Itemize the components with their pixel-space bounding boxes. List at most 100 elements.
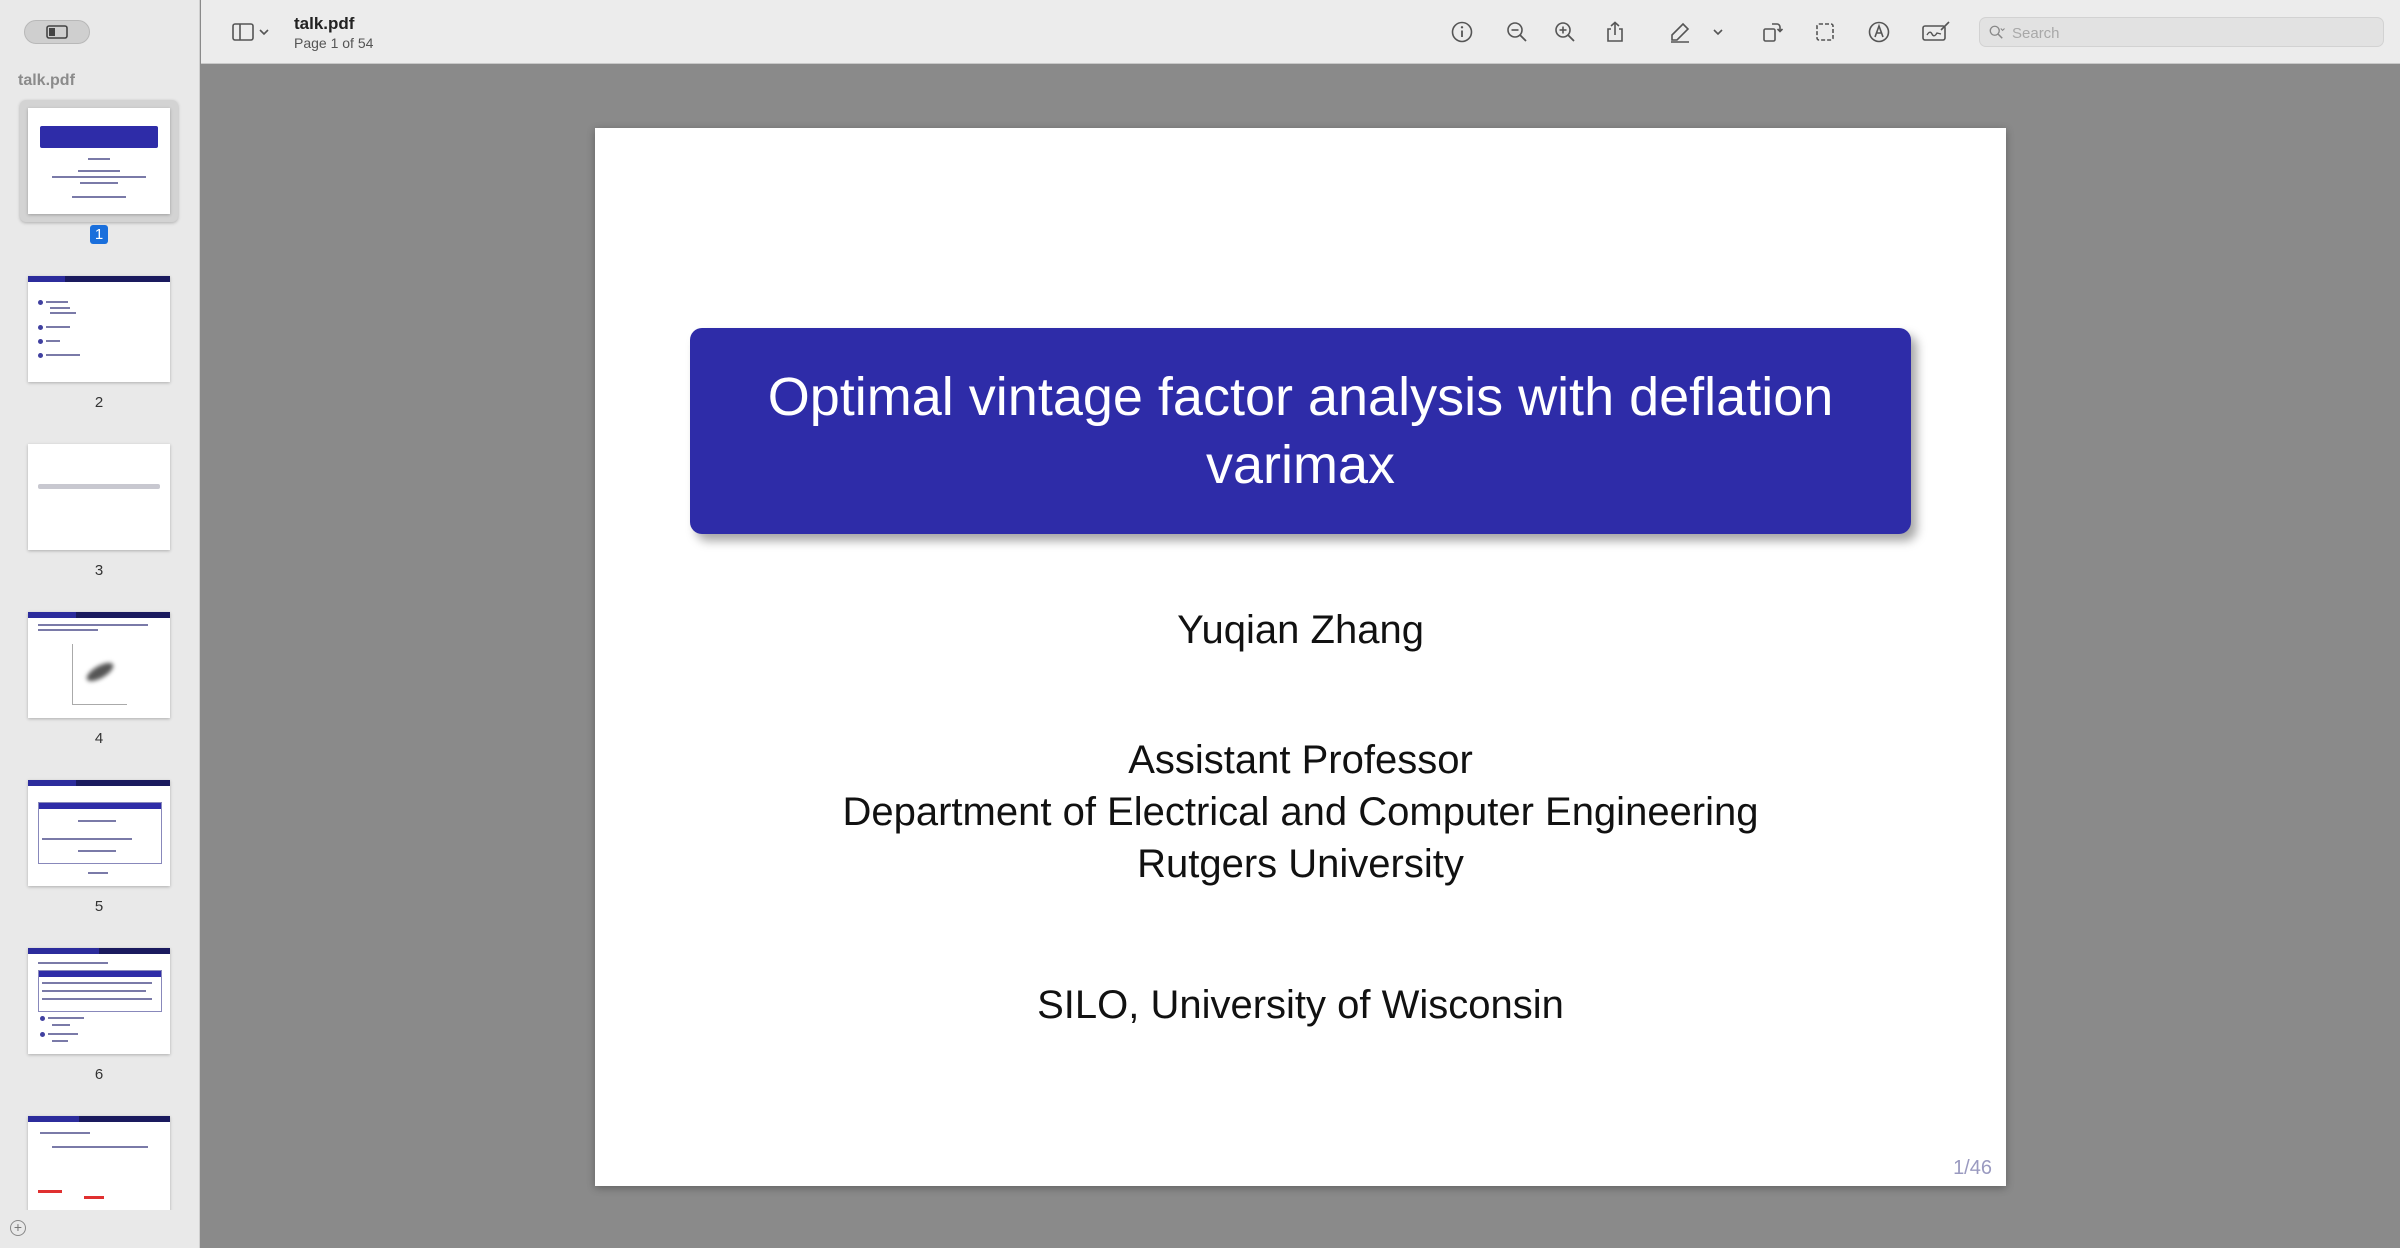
thumbnail-text-line (38, 624, 148, 626)
thumbnail-header-title (28, 948, 99, 954)
slide-title: Optimal vintage factor analysis with def… (767, 367, 1834, 495)
thumbnail-header-title (28, 1116, 80, 1122)
document-title: talk.pdf (294, 14, 355, 33)
search-field[interactable] (1979, 17, 2384, 47)
zoom-in-icon (1555, 22, 1575, 42)
thumbnail-page-2[interactable] (28, 276, 170, 382)
thumbnail-bullet (38, 339, 43, 344)
thumbnail-text-line (52, 1024, 70, 1026)
highlight-options-button[interactable] (1711, 18, 1725, 46)
slide-university: Rutgers University (1137, 842, 1464, 886)
thumbnail-red-text (38, 1190, 62, 1193)
thumbnail-number-2: 2 (94, 394, 104, 411)
markup-icon (1868, 21, 1890, 43)
thumbnail-text-line (78, 820, 116, 822)
thumbnail-page-5[interactable] (28, 780, 170, 886)
highlight-button[interactable] (1666, 18, 1694, 46)
thumbnail-text-line (52, 176, 146, 178)
thumbnail-text-line (42, 838, 132, 840)
thumbnail-text-line (42, 998, 152, 1000)
markup-button[interactable] (1865, 18, 1893, 46)
slide-position: Assistant Professor (1128, 738, 1473, 782)
search-input[interactable] (2010, 21, 2374, 45)
toolbar: talk.pdf Page 1 of 54 (201, 0, 2400, 64)
zoom-in-button[interactable] (1551, 18, 1579, 46)
sidebar-document-name: talk.pdf (18, 72, 75, 89)
chevron-down-icon (259, 29, 269, 36)
zoom-out-button[interactable] (1503, 18, 1531, 46)
rotate-button[interactable] (1758, 18, 1786, 46)
thumbnail-text-line (38, 629, 98, 631)
thumbnail-text-line (38, 962, 108, 964)
thumbnail-text-line (88, 872, 108, 874)
thumbnail-text-line (78, 850, 116, 852)
thumbnail-page-7[interactable] (28, 1116, 170, 1210)
thumbnail-text-line (46, 326, 70, 328)
thumbnail-text-line (80, 182, 118, 184)
thumbnail-page-6[interactable] (28, 948, 170, 1054)
thumbnail-number-5: 5 (94, 898, 104, 915)
thumbnail-number-4: 4 (94, 730, 104, 747)
rotate-icon (1763, 23, 1784, 42)
thumbnail-header-title (28, 276, 65, 282)
crop-button[interactable] (1811, 18, 1839, 46)
thumbnail-scatter-plot (72, 644, 127, 705)
thumbnail-text-line (48, 1017, 84, 1019)
highlight-pen-icon (1671, 22, 1690, 43)
thumbnail-bullet (38, 325, 43, 330)
slide-page-number: 1/46 (1953, 1157, 1992, 1179)
thumbnail-list[interactable]: 1 2 3 4 5 6 (0, 98, 200, 1210)
thumbnail-theorem-header (39, 971, 161, 977)
thumbnail-bullet (38, 300, 43, 305)
sidebar-icon (232, 23, 254, 41)
thumbnail-header-title (28, 780, 77, 786)
thumbnail-text-line (42, 990, 146, 992)
chevron-down-icon (1713, 29, 1723, 36)
thumbnail-number-6: 6 (94, 1066, 104, 1083)
thumbnail-page-3[interactable] (28, 444, 170, 550)
slide-venue: SILO, University of Wisconsin (1037, 983, 1564, 1027)
thumbnail-text-line (88, 158, 110, 160)
thumbnail-sidebar: talk.pdf 1 2 3 4 5 6 + (0, 0, 200, 1248)
pdf-page-view[interactable]: Optimal vintage factor analysis with def… (595, 128, 2006, 1186)
thumbnail-header-title (28, 612, 77, 618)
info-icon (1451, 21, 1473, 43)
thumbnail-page-4[interactable] (28, 612, 170, 718)
thumbnail-text-line (72, 196, 126, 198)
share-button[interactable] (1601, 18, 1629, 46)
signature-button[interactable] (1919, 18, 1953, 46)
slide-title-box: Optimal vintage factor analysis with def… (690, 328, 1911, 534)
thumbnail-scatter-cloud (84, 659, 116, 685)
thumbnail-theorem-header (39, 803, 161, 809)
thumbnail-text-line (52, 1040, 68, 1042)
thumbnail-page-1[interactable] (28, 108, 170, 214)
thumbnail-text-line (42, 982, 152, 984)
zoom-out-icon (1507, 22, 1527, 42)
page-indicator: Page 1 of 54 (294, 35, 374, 51)
thumbnail-text-line (46, 301, 68, 303)
info-button[interactable] (1448, 18, 1476, 46)
crop-icon (1816, 23, 1834, 41)
thumbnail-bullet (40, 1016, 45, 1021)
sidebar-toggle-button[interactable] (24, 20, 90, 44)
share-icon (1607, 21, 1623, 42)
thumbnail-text-line (46, 354, 80, 356)
signature-icon (1922, 21, 1950, 41)
sidebar-view-menu-button[interactable] (225, 18, 275, 46)
add-page-button[interactable]: + (10, 1220, 26, 1236)
thumbnail-text-line (52, 1146, 148, 1148)
thumbnail-bullet (40, 1032, 45, 1037)
search-icon (1989, 25, 2005, 39)
slide-department: Department of Electrical and Computer En… (842, 790, 1759, 834)
thumbnail-section-bar (38, 484, 160, 489)
thumbnail-text-line (46, 340, 60, 342)
thumbnail-theorem-box (38, 802, 162, 864)
thumbnail-text-line (50, 307, 70, 309)
thumbnail-text-line (40, 1132, 90, 1134)
thumbnail-bullet (38, 353, 43, 358)
thumbnail-title-box (40, 126, 158, 148)
slide-author: Yuqian Zhang (1177, 608, 1424, 652)
sidebar-icon (46, 25, 68, 39)
thumbnail-red-text (84, 1196, 104, 1199)
thumbnail-text-line (78, 170, 120, 172)
